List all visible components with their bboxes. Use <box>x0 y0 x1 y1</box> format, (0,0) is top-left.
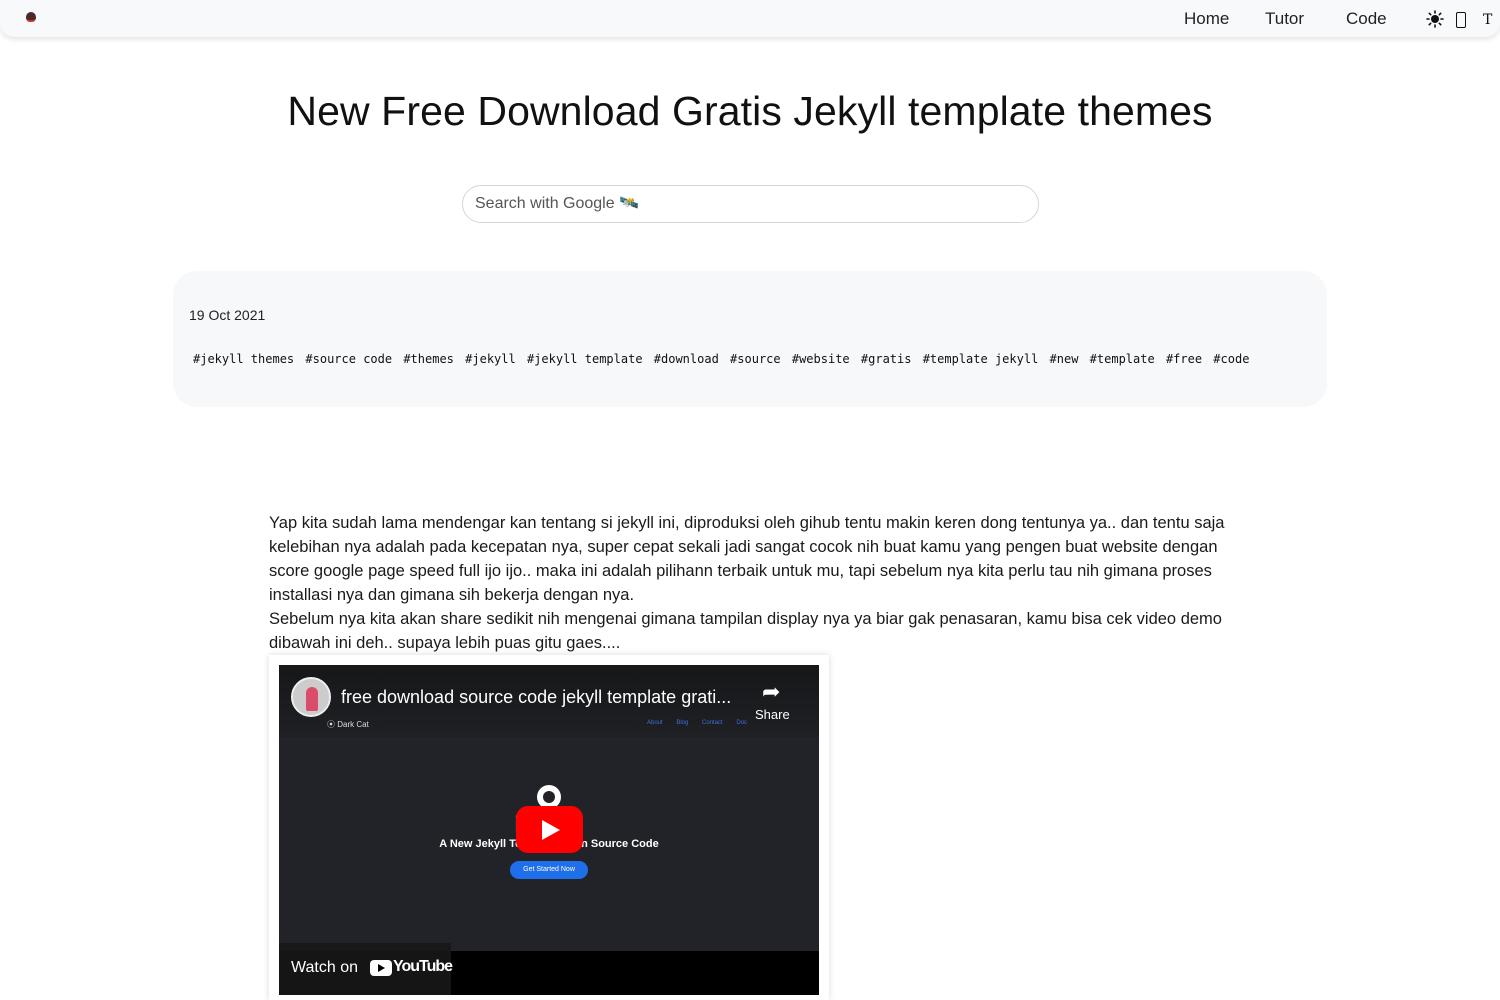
tag-item[interactable]: #jekyll template <box>527 352 643 366</box>
preview-brand: ⦿ Dark Cat <box>327 720 369 729</box>
article-paragraph: Sebelum nya kita akan share sedikit nih … <box>269 610 1222 652</box>
nav-tutor-link[interactable]: Tutor <box>1265 9 1304 29</box>
tag-item[interactable]: #gratis <box>861 352 912 366</box>
watch-on-label: Watch on <box>291 959 358 976</box>
share-button[interactable]: ➦ Share <box>749 679 799 727</box>
youtube-embed: free download source code jekyll templat… <box>269 655 829 1000</box>
search-input[interactable] <box>475 186 1025 222</box>
youtube-logo-icon <box>370 960 392 976</box>
phone-icon[interactable] <box>1456 12 1466 28</box>
tag-item[interactable]: #source <box>730 352 781 366</box>
post-meta-card: 19 Oct 2021 #jekyll themes #source code … <box>173 271 1327 407</box>
tag-item[interactable]: #template <box>1090 352 1155 366</box>
tag-item[interactable]: #template jekyll <box>923 352 1039 366</box>
video-title[interactable]: free download source code jekyll templat… <box>341 687 731 708</box>
tag-item[interactable]: #jekyll themes <box>193 352 294 366</box>
tag-item[interactable]: #code <box>1213 352 1249 366</box>
preview-links: About Blog Contact Doc <box>647 720 748 726</box>
play-button[interactable] <box>516 806 583 853</box>
nav-links: Home Tutor Code <box>0 0 1500 37</box>
tag-item[interactable]: #source code <box>305 352 392 366</box>
share-label: Share <box>755 707 790 722</box>
tag-item[interactable]: #download <box>654 352 719 366</box>
font-toggle-icon[interactable]: T <box>1483 11 1492 29</box>
tag-item[interactable]: #jekyll <box>465 352 516 366</box>
top-navbar: Home Tutor Code T <box>0 0 1500 37</box>
search-box <box>462 185 1039 223</box>
post-date: 19 Oct 2021 <box>189 307 266 323</box>
share-icon: ➦ <box>762 679 781 704</box>
watch-on-youtube-button[interactable]: Watch on YouTube <box>279 943 453 995</box>
youtube-wordmark: YouTube <box>393 958 453 975</box>
nav-home-link[interactable]: Home <box>1184 9 1229 29</box>
channel-avatar[interactable] <box>291 677 331 717</box>
article-body: Yap kita sudah lama mendengar kan tentan… <box>269 511 1231 655</box>
preview-brand-text: Dark Cat <box>337 720 369 729</box>
video-player[interactable]: free download source code jekyll templat… <box>279 665 819 995</box>
tag-item[interactable]: #new <box>1050 352 1079 366</box>
sun-icon[interactable] <box>1426 10 1444 28</box>
tag-item[interactable]: #themes <box>403 352 454 366</box>
article-paragraph: Yap kita sudah lama mendengar kan tentan… <box>269 514 1225 604</box>
preview-get-started-button: Get Started Now <box>510 861 588 879</box>
page-title: New Free Download Gratis Jekyll template… <box>287 88 1213 134</box>
nav-code-link[interactable]: Code <box>1346 9 1387 29</box>
tag-item[interactable]: #website <box>792 352 850 366</box>
tag-list: #jekyll themes #source code #themes #jek… <box>193 352 1253 366</box>
tag-item[interactable]: #free <box>1166 352 1202 366</box>
